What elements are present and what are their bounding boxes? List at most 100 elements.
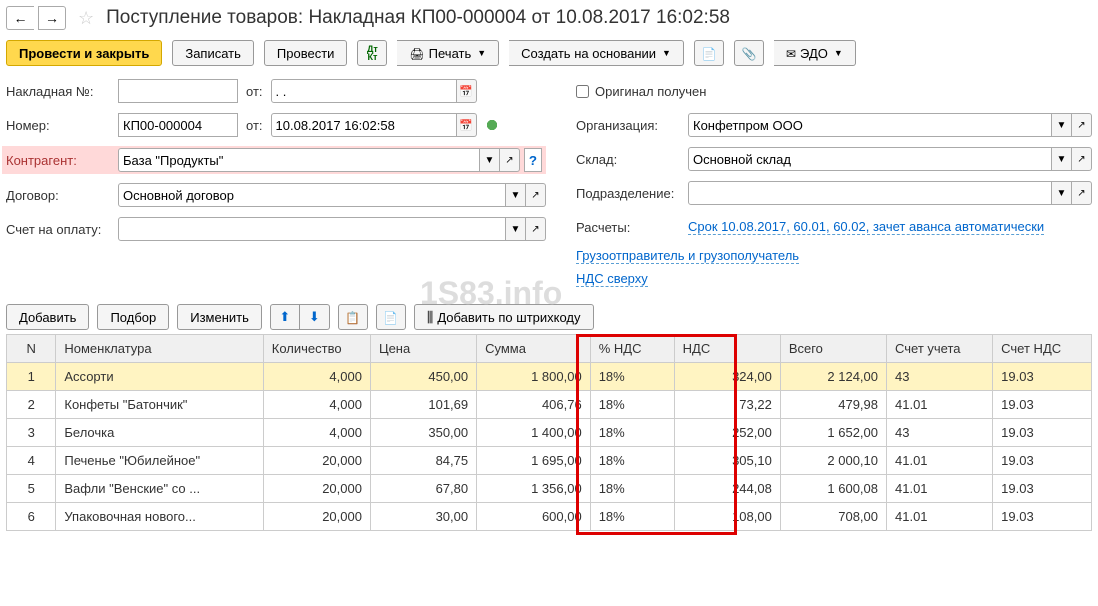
header-vat[interactable]: НДС <box>674 335 780 363</box>
cell-nomenclature[interactable]: Белочка <box>56 419 263 447</box>
cell-quantity[interactable]: 4,000 <box>263 419 370 447</box>
cell-vat[interactable]: 305,10 <box>674 447 780 475</box>
refresh-icon[interactable] <box>483 116 501 134</box>
post-close-button[interactable]: Провести и закрыть <box>6 40 162 66</box>
cell-account[interactable]: 41.01 <box>887 503 993 531</box>
contract-dropdown[interactable]: ▼ <box>506 183 526 207</box>
calendar-button-1[interactable] <box>457 79 477 103</box>
cell-vat-account[interactable]: 19.03 <box>993 391 1092 419</box>
cell-price[interactable]: 101,69 <box>370 391 476 419</box>
organization-dropdown[interactable]: ▼ <box>1052 113 1072 137</box>
file-button[interactable] <box>694 40 724 66</box>
counterparty-dropdown[interactable]: ▼ <box>480 148 500 172</box>
cell-nomenclature[interactable]: Ассорти <box>56 363 263 391</box>
cell-n[interactable]: 1 <box>7 363 56 391</box>
cell-vat-account[interactable]: 19.03 <box>993 363 1092 391</box>
cell-account[interactable]: 41.01 <box>887 447 993 475</box>
move-up-button[interactable] <box>270 304 300 330</box>
payment-account-open[interactable]: ↗ <box>526 217 546 241</box>
cell-vat-account[interactable]: 19.03 <box>993 503 1092 531</box>
cell-quantity[interactable]: 20,000 <box>263 447 370 475</box>
warehouse-open[interactable]: ↗ <box>1072 147 1092 171</box>
header-sum[interactable]: Сумма <box>477 335 591 363</box>
header-nomenclature[interactable]: Номенклатура <box>56 335 263 363</box>
cell-quantity[interactable]: 20,000 <box>263 503 370 531</box>
cell-vat[interactable]: 324,00 <box>674 363 780 391</box>
cell-quantity[interactable]: 4,000 <box>263 363 370 391</box>
cell-account[interactable]: 41.01 <box>887 391 993 419</box>
invoice-date-input[interactable] <box>271 79 457 103</box>
add-row-button[interactable]: Добавить <box>6 304 89 330</box>
header-vat-pct[interactable]: % НДС <box>590 335 674 363</box>
attach-button[interactable] <box>734 40 764 66</box>
cell-vat-account[interactable]: 19.03 <box>993 419 1092 447</box>
number-date-input[interactable] <box>271 113 457 137</box>
table-row[interactable]: 4 Печенье "Юбилейное" 20,000 84,75 1 695… <box>7 447 1092 475</box>
table-row[interactable]: 6 Упаковочная нового... 20,000 30,00 600… <box>7 503 1092 531</box>
cell-n[interactable]: 4 <box>7 447 56 475</box>
table-row[interactable]: 3 Белочка 4,000 350,00 1 400,00 18% 252,… <box>7 419 1092 447</box>
cell-nomenclature[interactable]: Вафли "Венские" со ... <box>56 475 263 503</box>
dtkt-button[interactable]: ДтКт <box>357 40 387 66</box>
subdivision-dropdown[interactable]: ▼ <box>1052 181 1072 205</box>
cell-price[interactable]: 84,75 <box>370 447 476 475</box>
select-button[interactable]: Подбор <box>97 304 169 330</box>
cell-sum[interactable]: 1 800,00 <box>477 363 591 391</box>
cell-total[interactable]: 708,00 <box>780 503 886 531</box>
cell-nomenclature[interactable]: Упаковочная нового... <box>56 503 263 531</box>
nav-back-button[interactable]: ← <box>6 6 34 30</box>
header-quantity[interactable]: Количество <box>263 335 370 363</box>
counterparty-help-button[interactable]: ? <box>524 148 542 172</box>
number-input[interactable] <box>118 113 238 137</box>
cell-account[interactable]: 43 <box>887 419 993 447</box>
favorite-star-icon[interactable]: ☆ <box>78 8 94 29</box>
cell-sum[interactable]: 406,76 <box>477 391 591 419</box>
cell-price[interactable]: 30,00 <box>370 503 476 531</box>
payment-account-input[interactable] <box>118 217 506 241</box>
cell-vat[interactable]: 73,22 <box>674 391 780 419</box>
modify-button[interactable]: Изменить <box>177 304 262 330</box>
cell-sum[interactable]: 1 356,00 <box>477 475 591 503</box>
cell-n[interactable]: 6 <box>7 503 56 531</box>
edo-button[interactable]: ЭДО ▼ <box>774 40 856 66</box>
cell-n[interactable]: 5 <box>7 475 56 503</box>
cell-vat[interactable]: 244,08 <box>674 475 780 503</box>
copy-button[interactable] <box>338 304 368 330</box>
counterparty-open[interactable]: ↗ <box>500 148 520 172</box>
print-button[interactable]: Печать ▼ <box>397 40 499 66</box>
cell-sum[interactable]: 600,00 <box>477 503 591 531</box>
cell-total[interactable]: 479,98 <box>780 391 886 419</box>
cell-vat-pct[interactable]: 18% <box>590 503 674 531</box>
counterparty-input[interactable] <box>118 148 480 172</box>
post-button[interactable]: Провести <box>264 40 348 66</box>
cell-vat-account[interactable]: 19.03 <box>993 475 1092 503</box>
cell-total[interactable]: 1 652,00 <box>780 419 886 447</box>
cell-vat[interactable]: 252,00 <box>674 419 780 447</box>
nav-forward-button[interactable]: → <box>38 6 66 30</box>
cell-vat[interactable]: 108,00 <box>674 503 780 531</box>
settlements-link[interactable]: Срок 10.08.2017, 60.01, 60.02, зачет ава… <box>688 219 1044 235</box>
cell-account[interactable]: 41.01 <box>887 475 993 503</box>
cell-vat-pct[interactable]: 18% <box>590 447 674 475</box>
invoice-number-input[interactable] <box>118 79 238 103</box>
save-button[interactable]: Записать <box>172 40 254 66</box>
warehouse-dropdown[interactable]: ▼ <box>1052 147 1072 171</box>
warehouse-input[interactable] <box>688 147 1052 171</box>
contract-open[interactable]: ↗ <box>526 183 546 207</box>
cell-quantity[interactable]: 20,000 <box>263 475 370 503</box>
calendar-button-2[interactable] <box>457 113 477 137</box>
add-barcode-button[interactable]: Добавить по штрихкоду <box>414 304 594 330</box>
create-based-button[interactable]: Создать на основании ▼ <box>509 40 684 66</box>
cell-n[interactable]: 3 <box>7 419 56 447</box>
organization-open[interactable]: ↗ <box>1072 113 1092 137</box>
cell-n[interactable]: 2 <box>7 391 56 419</box>
table-row[interactable]: 5 Вафли "Венские" со ... 20,000 67,80 1 … <box>7 475 1092 503</box>
table-row[interactable]: 2 Конфеты "Батончик" 4,000 101,69 406,76… <box>7 391 1092 419</box>
cell-total[interactable]: 2 000,10 <box>780 447 886 475</box>
header-price[interactable]: Цена <box>370 335 476 363</box>
paste-button[interactable] <box>376 304 406 330</box>
goods-table[interactable]: N Номенклатура Количество Цена Сумма % Н… <box>6 334 1092 531</box>
organization-input[interactable] <box>688 113 1052 137</box>
shipper-link[interactable]: Грузоотправитель и грузополучатель <box>576 248 799 264</box>
vat-link[interactable]: НДС сверху <box>576 271 648 287</box>
